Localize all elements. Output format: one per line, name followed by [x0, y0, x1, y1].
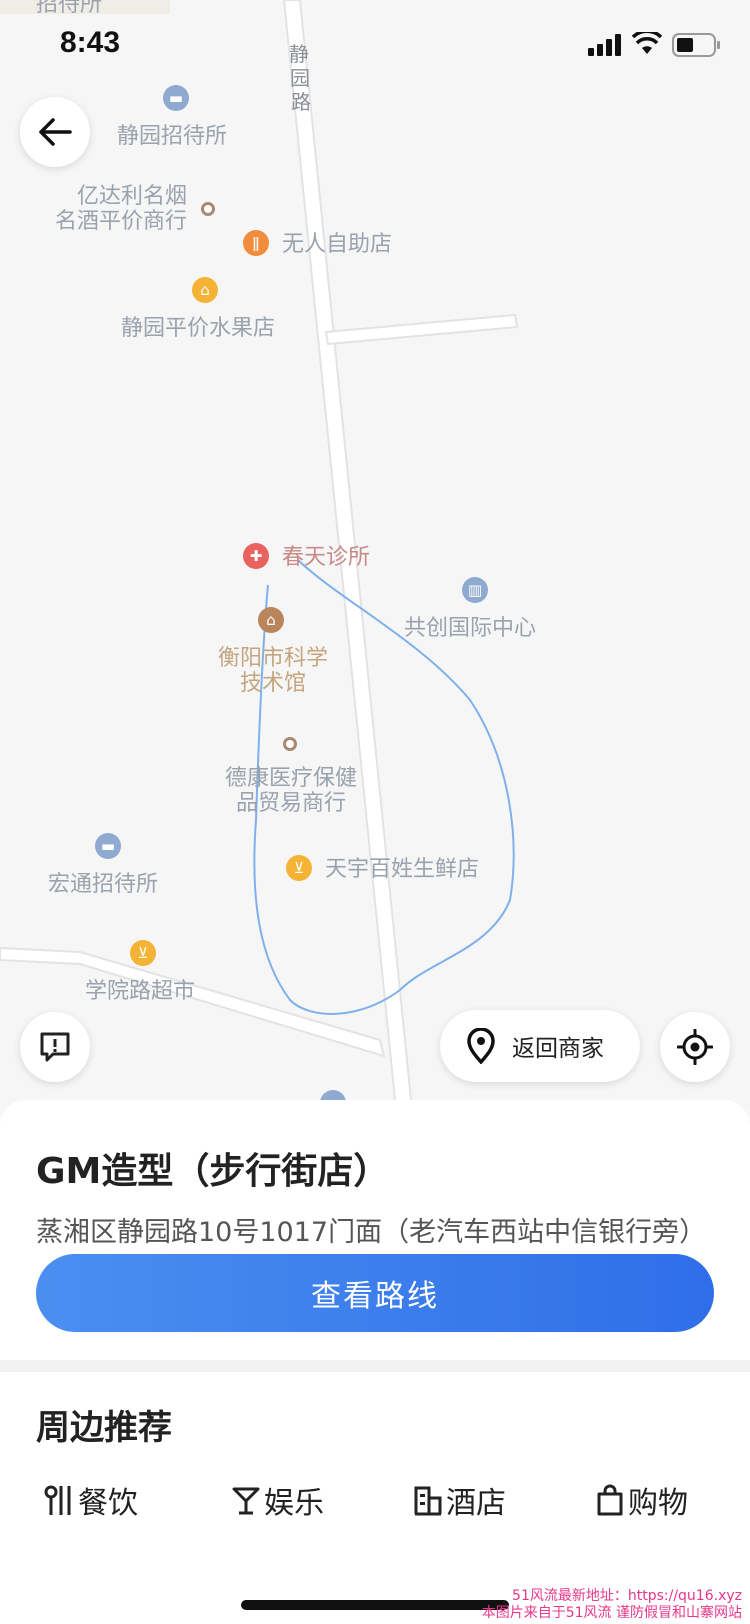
poi-label: 静园招待所 — [117, 124, 228, 149]
section-divider — [0, 1360, 750, 1372]
nearby-section: 周边推荐 餐饮 娱乐 酒店 购物 — [0, 1372, 750, 1624]
poi-label: 宏通招待所 — [48, 872, 159, 897]
category-label: 购物 — [628, 1486, 688, 1521]
hotel-building-icon — [414, 1486, 442, 1516]
poi-label: 衡阳市科学 技术馆 — [217, 646, 328, 696]
wifi-icon — [632, 32, 662, 54]
poi-label: 学院路超市 — [85, 979, 196, 1004]
cocktail-icon — [232, 1487, 260, 1515]
battery-icon — [672, 33, 720, 57]
hotel-icon: ▬ — [95, 833, 121, 859]
restaurant-icon — [44, 1485, 71, 1515]
shop-name: GM造型（步行街店） — [36, 1151, 390, 1192]
crosshair-icon — [677, 1029, 713, 1065]
category-label: 酒店 — [446, 1486, 506, 1521]
map-view[interactable]: 招待所 静 园 路 ▬ 静园招待所 亿达利名烟 名酒平价商行 ǁ 无人自助店 ⌂… — [0, 0, 750, 1110]
locate-me-button[interactable] — [660, 1012, 730, 1082]
clinic-icon: ✚ — [243, 543, 269, 569]
category-entertainment[interactable]: 娱乐 — [232, 1478, 324, 1522]
home-indicator[interactable] — [241, 1600, 509, 1610]
status-bar: 8:43 — [0, 0, 750, 88]
cart-icon: ⊻ — [130, 940, 156, 966]
category-shopping[interactable]: 购物 — [596, 1478, 688, 1522]
poi-label: 德康医疗保健 品贸易商行 — [224, 766, 357, 816]
dot-icon — [283, 737, 297, 751]
location-pin-icon — [467, 1028, 495, 1064]
watermark-line-1: 51风流最新地址：https://qu16.xyz — [512, 1588, 742, 1604]
status-time: 8:43 — [60, 26, 121, 59]
view-route-button[interactable]: 查看路线 — [36, 1254, 714, 1332]
museum-icon: ⌂ — [258, 607, 284, 633]
restaurant-icon: ǁ — [243, 230, 269, 256]
poi-label: 无人自助店 — [282, 232, 393, 257]
poi-label: 亿达利名烟 名酒平价商行 — [54, 184, 187, 234]
back-button[interactable] — [20, 97, 90, 167]
poi-label: 共创国际中心 — [404, 616, 537, 641]
nearby-title: 周边推荐 — [36, 1408, 172, 1448]
poi-label: 静园平价水果店 — [121, 316, 276, 341]
cart-icon: ⊻ — [286, 855, 312, 881]
category-hotel[interactable]: 酒店 — [414, 1478, 506, 1522]
shop-icon: ⌂ — [192, 277, 218, 303]
road-label-char-3: 路 — [291, 90, 311, 114]
category-dining[interactable]: 餐饮 — [44, 1478, 138, 1522]
watermark-line-2: 本图片来自于51风流 谨防假冒和山寨网站 — [481, 1605, 742, 1621]
feedback-button[interactable] — [20, 1012, 90, 1082]
category-label: 餐饮 — [78, 1486, 138, 1521]
poi-label: 天宇百姓生鲜店 — [325, 857, 480, 882]
shop-info-sheet: GM造型（步行街店） 蒸湘区静园路10号1017门面（老汽车西站中信银行旁） 查… — [0, 1100, 750, 1360]
category-label: 娱乐 — [264, 1486, 324, 1521]
watermark: 51风流最新地址：https://qu16.xyz 本图片来自于51风流 谨防假… — [482, 1588, 742, 1622]
hotel-icon: ▬ — [163, 85, 189, 111]
building-icon: ▥ — [462, 577, 488, 603]
feedback-icon — [40, 1032, 70, 1062]
road-network — [0, 0, 519, 1110]
poi-label: 春天诊所 — [282, 545, 371, 570]
shopping-bag-icon — [597, 1484, 623, 1516]
return-to-merchant-button[interactable]: 返回商家 — [440, 1010, 640, 1082]
return-to-merchant-label: 返回商家 — [512, 1036, 604, 1062]
cellular-signal-icon — [588, 34, 621, 56]
arrow-left-icon — [39, 118, 72, 146]
dot-icon — [201, 202, 215, 216]
shop-address: 蒸湘区静园路10号1017门面（老汽车西站中信银行旁） — [36, 1217, 707, 1248]
